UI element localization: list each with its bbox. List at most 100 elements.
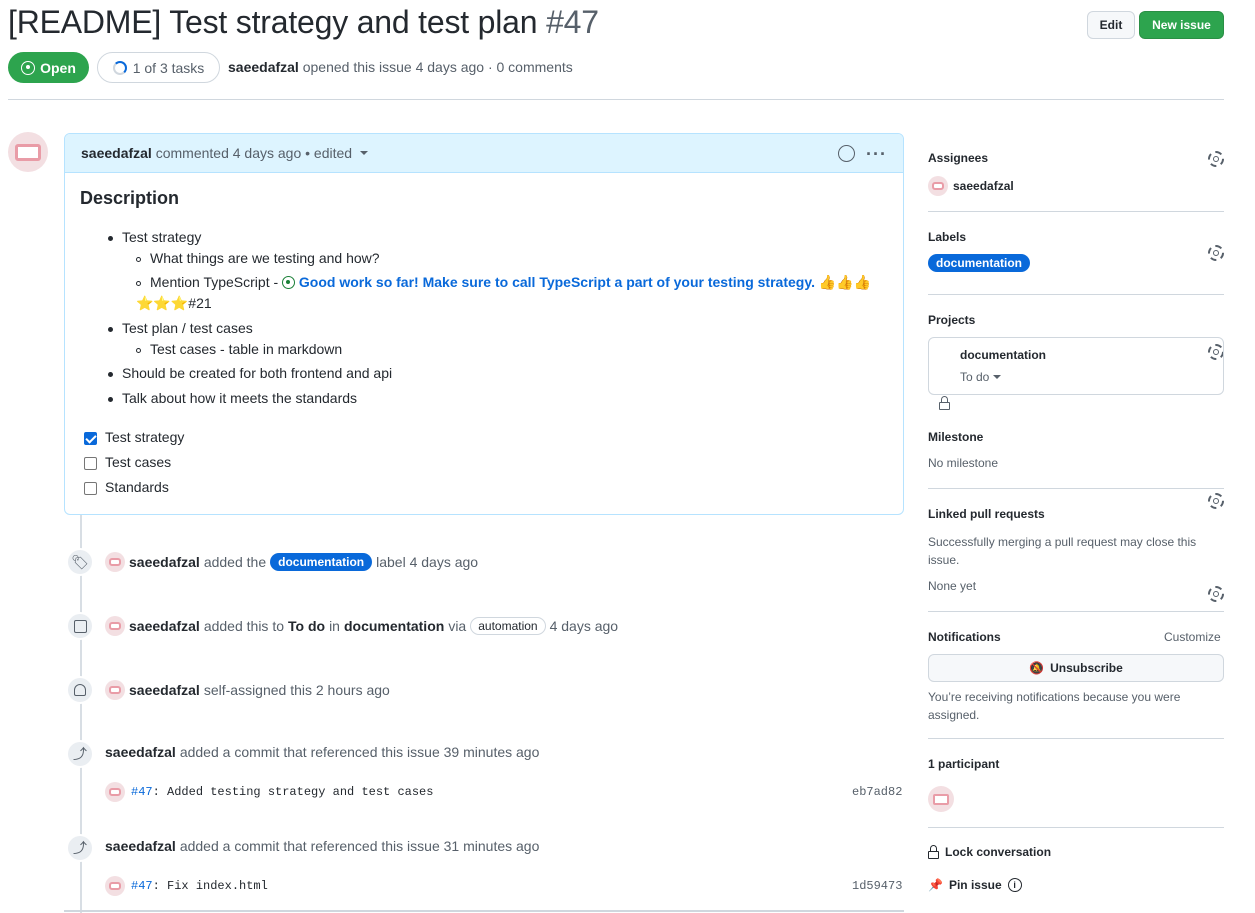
event-user[interactable]: saeedafzal xyxy=(105,838,176,854)
task-checkbox-item[interactable]: Standards xyxy=(84,479,169,495)
comment-header: saeedafzal commented 4 days ago • edited xyxy=(65,134,903,173)
gear-icon[interactable] xyxy=(1208,151,1224,167)
task-checkbox-item[interactable]: Test strategy xyxy=(84,429,184,445)
chevron-down-icon[interactable] xyxy=(360,151,369,155)
issue-meta: saeedafzal opened this issue 4 days ago … xyxy=(228,59,573,75)
star-emoji: ⭐⭐⭐ xyxy=(136,295,189,311)
issue-state-label: Open xyxy=(40,59,76,76)
sidebar-divider xyxy=(928,211,1224,212)
project-card[interactable] xyxy=(928,337,1224,395)
commit-row[interactable]: #47: Added testing strategy and test cas… xyxy=(105,782,433,802)
avatar xyxy=(928,176,948,196)
comment-author[interactable]: saeedafzal xyxy=(81,145,152,161)
issue-title-text: [README] Test strategy and test plan xyxy=(8,4,538,40)
comment-meta: commented 4 days ago • edited xyxy=(155,145,353,161)
task-checkbox-item[interactable]: Test cases xyxy=(84,454,171,470)
avatar[interactable] xyxy=(928,786,954,812)
tag-icon: 🏷 xyxy=(66,548,94,576)
automation-badge: automation xyxy=(470,617,546,635)
gear-icon[interactable] xyxy=(1208,245,1224,261)
assignees-heading: Assignees xyxy=(928,151,989,165)
issue-reference-link[interactable]: Good work so far! Make sure to call Type… xyxy=(299,274,815,290)
avatar[interactable] xyxy=(105,616,125,636)
label-badge[interactable]: documentation xyxy=(270,553,373,571)
event-user[interactable]: saeedafzal xyxy=(129,682,200,698)
participants-heading: 1 participant xyxy=(928,757,1000,771)
notifications-heading: Notifications xyxy=(928,630,1001,644)
lock-conversation-button[interactable]: Lock conversation xyxy=(928,845,1051,859)
label-badge[interactable]: documentation xyxy=(928,254,1030,272)
pin-icon: 📌 xyxy=(928,878,943,892)
chevron-down-icon xyxy=(993,375,1002,379)
timeline-event: saeedafzal added the documentation label… xyxy=(105,552,478,572)
linked-prs-none: None yet xyxy=(928,579,977,593)
lock-icon xyxy=(928,845,939,859)
info-icon[interactable]: i xyxy=(1007,878,1022,892)
issue-number: #47 xyxy=(546,4,599,40)
list-item: Test strategy xyxy=(108,229,201,245)
issue-open-icon xyxy=(21,60,36,75)
list-item: Mention TypeScript - Good work so far! M… xyxy=(136,274,871,291)
pin-issue-label: Pin issue xyxy=(948,878,1002,892)
avatar[interactable] xyxy=(105,680,125,700)
project-column-label: To do xyxy=(960,370,990,384)
customize-link[interactable]: Customize xyxy=(1164,630,1221,644)
cross-reference-icon: ⤴ xyxy=(66,834,94,862)
smiley-icon[interactable] xyxy=(838,145,855,162)
commit-issue-ref[interactable]: #47 xyxy=(131,879,153,893)
issue-ref[interactable]: #21 xyxy=(188,295,211,311)
event-user[interactable]: saeedafzal xyxy=(105,744,176,760)
assignee[interactable]: saeedafzal xyxy=(928,176,1014,196)
list-item: Should be created for both frontend and … xyxy=(108,365,392,381)
event-user[interactable]: saeedafzal xyxy=(129,618,200,634)
unsubscribe-button[interactable]: 🔕 Unsubscribe xyxy=(928,654,1224,682)
kebab-menu-icon[interactable]: ··· xyxy=(866,144,887,165)
gear-icon[interactable] xyxy=(1208,493,1224,509)
person-icon xyxy=(66,676,94,704)
bell-slash-icon: 🔕 xyxy=(1029,661,1045,675)
commit-message[interactable]: : Added testing strategy and test cases xyxy=(153,785,434,799)
new-issue-button[interactable]: New issue xyxy=(1139,11,1224,39)
checkbox-unchecked[interactable] xyxy=(84,481,97,495)
list-item: Talk about how it meets the standards xyxy=(108,390,357,406)
thumbs-up-emoji: 👍👍👍 xyxy=(818,274,872,290)
linked-prs-heading: Linked pull requests xyxy=(928,507,1045,521)
timeline-event: saeedafzal added a commit that reference… xyxy=(105,838,540,854)
checkbox-checked[interactable] xyxy=(84,431,97,445)
commit-sha[interactable]: eb7ad82 xyxy=(852,785,902,799)
event-user[interactable]: saeedafzal xyxy=(129,554,200,570)
project-name[interactable]: documentation xyxy=(960,348,1046,362)
edit-button[interactable]: Edit xyxy=(1087,11,1135,39)
project-board-icon xyxy=(66,612,94,640)
sidebar-divider xyxy=(928,611,1224,612)
project-link[interactable]: documentation xyxy=(344,618,444,634)
sidebar-divider xyxy=(928,738,1224,739)
gear-icon[interactable] xyxy=(1208,586,1224,602)
sidebar-divider xyxy=(928,827,1224,828)
commit-message[interactable]: : Fix index.html xyxy=(153,879,268,893)
author-link[interactable]: saeedafzal xyxy=(228,59,299,75)
avatar[interactable] xyxy=(105,782,125,802)
pin-issue-button[interactable]: 📌 Pin issue i xyxy=(928,878,1022,892)
commit-sha[interactable]: 1d59473 xyxy=(852,879,902,893)
tasks-progress[interactable]: 1 of 3 tasks xyxy=(97,52,220,83)
avatar[interactable] xyxy=(105,876,125,896)
project-column-select[interactable]: To do xyxy=(960,370,1002,384)
tasks-progress-label: 1 of 3 tasks xyxy=(132,59,205,76)
commit-row[interactable]: #47: Fix index.html xyxy=(105,876,268,896)
commit-issue-ref[interactable]: #47 xyxy=(131,785,153,799)
timeline-event: saeedafzal added a commit that reference… xyxy=(105,744,540,760)
issue-meta-text: opened this issue 4 days ago · 0 comment… xyxy=(302,59,573,75)
lock-conversation-label: Lock conversation xyxy=(945,845,1052,859)
timeline-event: saeedafzal self-assigned this 2 hours ag… xyxy=(105,680,390,700)
labels-heading: Labels xyxy=(928,230,967,244)
progress-ring-icon xyxy=(112,60,127,75)
assignee-name[interactable]: saeedafzal xyxy=(953,179,1014,193)
avatar[interactable] xyxy=(105,552,125,572)
timeline-end-divider xyxy=(64,910,904,912)
header-divider xyxy=(8,99,1224,100)
list-item: Test cases - table in markdown xyxy=(136,341,342,357)
checkbox-unchecked[interactable] xyxy=(84,456,97,470)
avatar[interactable] xyxy=(8,132,48,172)
cross-reference-icon: ⤴ xyxy=(66,740,94,768)
